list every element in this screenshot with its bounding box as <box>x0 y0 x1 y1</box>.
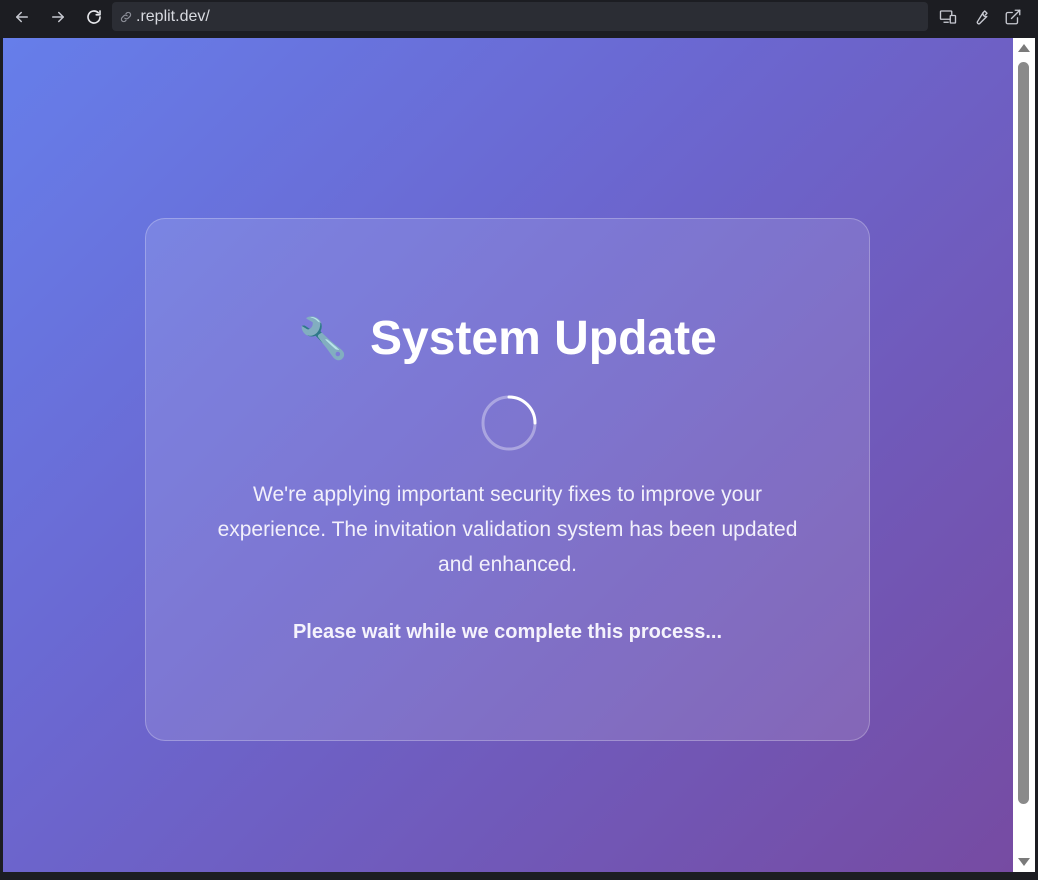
wait-message: Please wait while we complete this proce… <box>292 621 723 643</box>
address-bar[interactable]: .replit.dev/ <box>112 2 928 31</box>
reload-button[interactable] <box>82 5 106 29</box>
forward-button[interactable] <box>46 5 70 29</box>
wrench-icon <box>976 10 988 25</box>
scroll-down-icon[interactable] <box>1018 858 1030 866</box>
arrow-right-icon <box>52 11 64 23</box>
link-icon <box>118 9 134 25</box>
devices-button[interactable] <box>936 5 960 29</box>
url-text: .replit.dev/ <box>136 7 210 25</box>
external-link-icon <box>1005 9 1021 25</box>
wrench-emoji-icon: 🔧 <box>298 316 349 361</box>
update-card: 🔧 System Update We're applying important… <box>145 218 870 741</box>
arrow-left-icon <box>16 11 28 23</box>
loading-spinner-icon <box>481 395 537 451</box>
open-external-button[interactable] <box>1001 5 1025 29</box>
reload-icon <box>87 10 101 24</box>
vertical-scrollbar[interactable] <box>1013 38 1035 872</box>
update-message: We're applying important security fixes … <box>217 483 798 576</box>
back-button[interactable] <box>10 5 34 29</box>
scroll-thumb[interactable] <box>1018 62 1029 804</box>
page-title: 🔧 System Update <box>146 311 869 366</box>
scroll-up-icon[interactable] <box>1018 44 1030 52</box>
page-viewport: 🔧 System Update We're applying important… <box>3 38 1013 872</box>
browser-toolbar: .replit.dev/ <box>0 0 1038 34</box>
devtools-button[interactable] <box>969 5 993 29</box>
devices-icon <box>939 10 957 24</box>
page-title-text: System Update <box>370 312 717 365</box>
